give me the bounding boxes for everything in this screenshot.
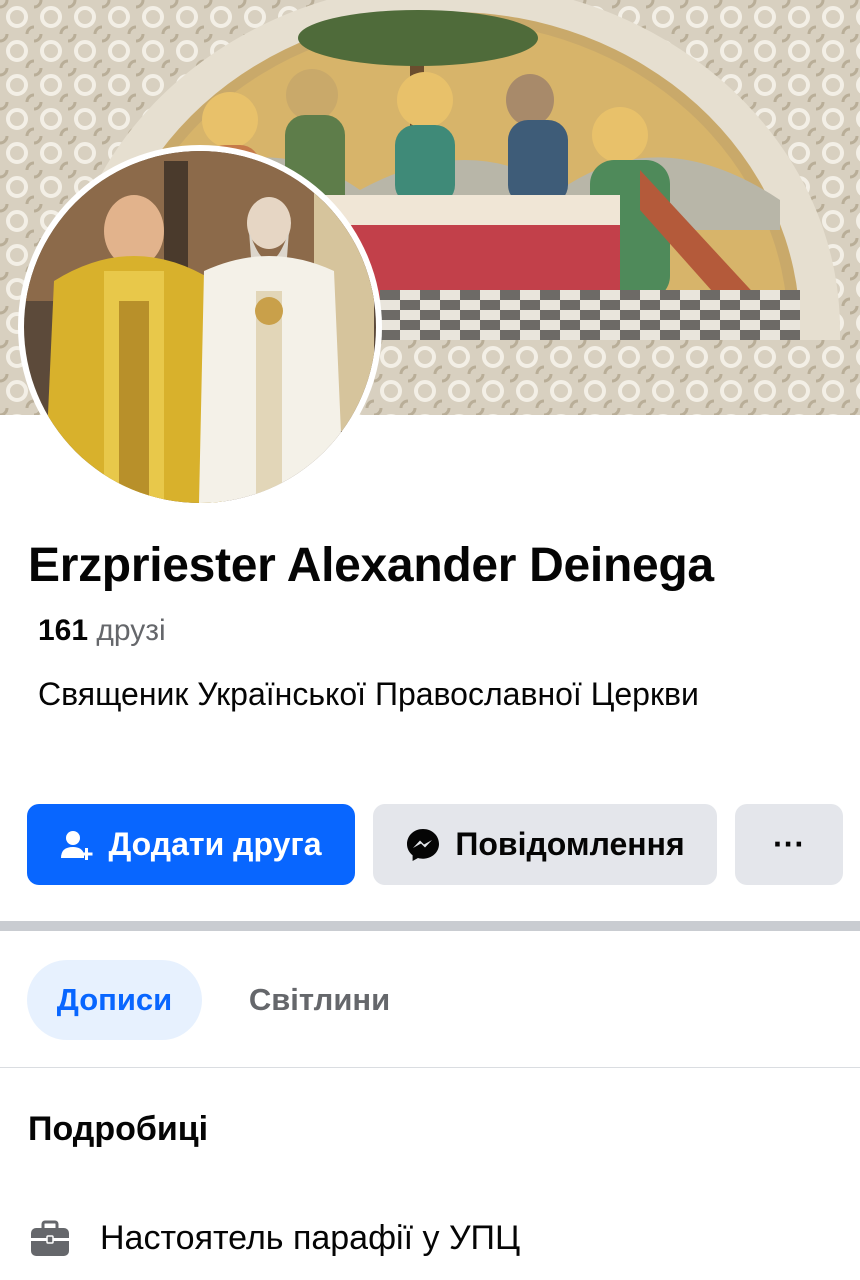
details-heading: Подробиці	[28, 1110, 209, 1148]
friends-label: друзі	[96, 614, 166, 647]
more-icon: ···	[773, 826, 805, 862]
add-friend-label: Додати друга	[108, 826, 322, 862]
tab-posts-label: Дописи	[56, 982, 173, 1017]
detail-work-text: Настоятель парафії у УПЦ	[100, 1218, 521, 1257]
message-button[interactable]: Повідомлення	[373, 804, 717, 885]
more-options-button[interactable]: ···	[735, 804, 843, 885]
message-label: Повідомлення	[455, 826, 685, 862]
friends-number: 161	[38, 614, 89, 647]
briefcase-icon	[28, 1216, 72, 1260]
profile-name: Erzpriester Alexander Deinega	[28, 539, 714, 592]
tab-photos[interactable]: Світлини	[222, 960, 417, 1040]
profile-avatar[interactable]	[18, 145, 382, 509]
section-divider	[0, 921, 860, 931]
add-friend-button[interactable]: Додати друга	[27, 804, 355, 885]
add-friend-icon	[60, 828, 94, 862]
tab-posts[interactable]: Дописи	[27, 960, 202, 1040]
detail-item-work: Настоятель парафії у УПЦ	[28, 1208, 520, 1268]
tab-photos-label: Світлини	[248, 982, 391, 1017]
messenger-icon	[405, 827, 441, 863]
profile-bio: Священик Української Православної Церкви	[38, 676, 699, 712]
tabs-divider	[0, 1067, 860, 1068]
avatar-photo	[24, 151, 376, 503]
friends-count[interactable]: 161 друзі	[38, 614, 166, 648]
